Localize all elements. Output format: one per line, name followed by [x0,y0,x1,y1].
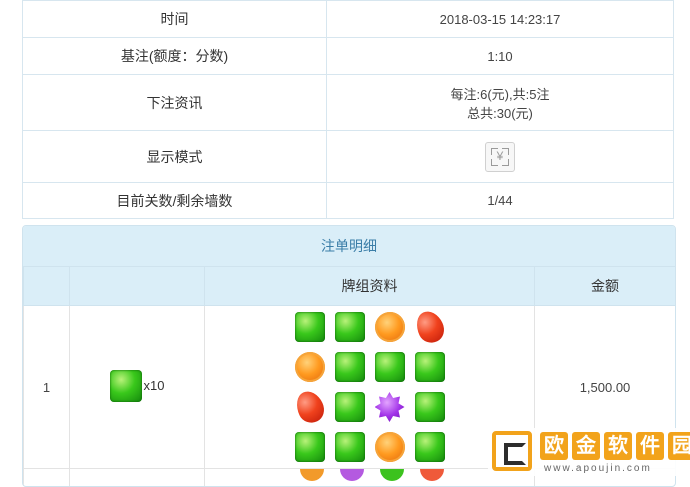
detail-header-row: 牌组资料 金额 [24,267,676,306]
orange-candy-icon [375,432,405,462]
info-row-bet-info: 下注资讯 每注:6(元),共:5注 总共:30(元) [23,75,674,131]
site-watermark-logo: 欧金软件园 www.apoujin.com [488,428,688,476]
row-index: 1 [24,306,70,469]
row-board [205,306,535,469]
green-candy-icon [295,312,325,342]
orange-candy-icon [375,312,405,342]
header-amount: 金额 [535,267,676,306]
red-candy-icon [411,307,448,347]
board-cell [330,387,370,427]
board-cell [290,427,330,467]
display-mode-label: 显示模式 [23,131,327,183]
base-bet-value: 1:10 [327,38,674,75]
green-candy-icon [335,432,365,462]
info-row-base-bet: 基注(额度：分数) 1:10 [23,38,674,75]
info-row-level: 目前关数/剩余墙数 1/44 [23,183,674,219]
header-board: 牌组资料 [205,267,535,306]
time-label: 时间 [23,1,327,38]
info-row-display-mode: 显示模式 ¥ [23,131,674,183]
green-candy-icon [110,370,142,402]
base-bet-label: 基注(额度：分数) [23,38,327,75]
green-candy-icon [335,352,365,382]
board-cell [410,307,450,347]
board-cell [330,427,370,467]
green-candy-icon [295,432,325,462]
board-cell [290,347,330,387]
logo-mark-icon [492,431,532,471]
info-row-time: 时间 2018-03-15 14:23:17 [23,1,674,38]
row-bet: x10 [70,306,205,469]
display-mode-value: ¥ [327,131,674,183]
board-cell [370,427,410,467]
bet-per-line: 每注:6(元),共:5注 [327,84,673,103]
orange-candy-icon [295,352,325,382]
green-candy-icon [415,392,445,422]
bet-symbol: x10 [110,370,165,402]
green-candy-icon [335,392,365,422]
board-cell [290,387,330,427]
header-index [24,267,70,306]
board-cell [370,347,410,387]
board-cell [290,307,330,347]
green-candy-icon [375,352,405,382]
green-candy-icon [335,312,365,342]
board-cell [330,307,370,347]
board-cell [370,387,410,427]
red-candy-icon [291,387,328,427]
board-cell [330,347,370,387]
candy-board [206,307,533,467]
bet-info-label: 下注资讯 [23,75,327,131]
board-cell [410,387,450,427]
level-label: 目前关数/剩余墙数 [23,183,327,219]
board-cell [410,347,450,387]
board-cell [370,307,410,347]
purple-candy-icon [375,392,405,422]
yuan-mode-icon[interactable]: ¥ [485,142,515,172]
header-bet [70,267,205,306]
green-candy-icon [415,352,445,382]
level-value: 1/44 [327,183,674,219]
bet-total: 总共:30(元) [327,103,673,122]
bet-info-value: 每注:6(元),共:5注 总共:30(元) [327,75,674,131]
bet-info-table: 时间 2018-03-15 14:23:17 基注(额度：分数) 1:10 下注… [22,0,674,219]
bet-multiplier: x10 [144,378,165,393]
bet-detail-title: 注单明细 [23,226,675,267]
green-candy-icon [415,432,445,462]
time-value: 2018-03-15 14:23:17 [327,1,674,38]
logo-url: www.apoujin.com [544,463,652,474]
logo-text: 欧金软件园 [540,432,690,460]
board-cell [410,427,450,467]
